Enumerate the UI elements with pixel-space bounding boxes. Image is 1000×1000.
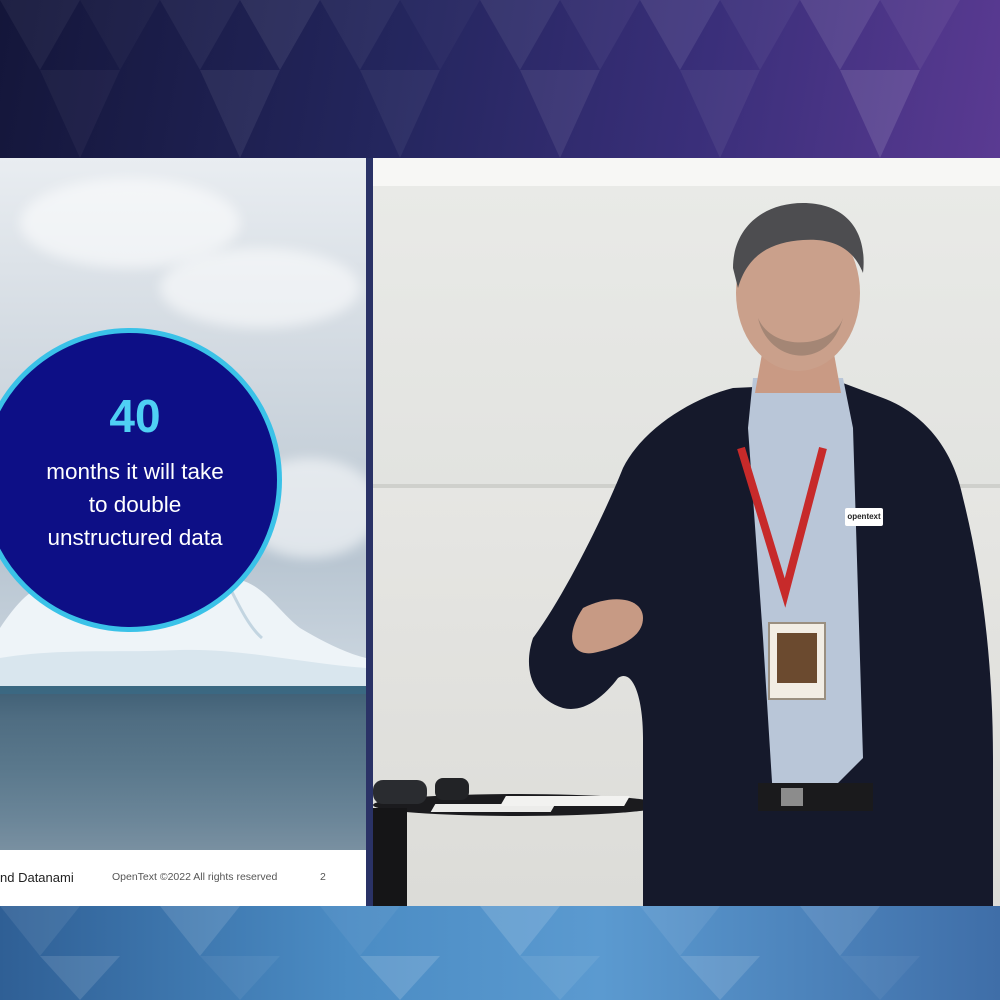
slide-horizon-line bbox=[0, 686, 366, 694]
footer-copyright: OpenText ©2022 All rights reserved bbox=[112, 871, 278, 883]
clicker-remote bbox=[435, 778, 469, 800]
opentext-logo-badge: opentext bbox=[845, 508, 883, 526]
presentation-slide: 40 months it will take to double unstruc… bbox=[0, 158, 366, 906]
footer-source: nd Datanami bbox=[0, 870, 74, 885]
footer-page-number: 2 bbox=[320, 871, 326, 883]
podium-table-leg bbox=[373, 808, 407, 906]
speaker-figure bbox=[528, 203, 993, 906]
panel-divider bbox=[366, 158, 373, 906]
headphones-case bbox=[373, 780, 427, 804]
statistic-number: 40 bbox=[109, 390, 161, 442]
top-background-banner bbox=[0, 0, 1000, 158]
statistic-caption: months it will take to double unstructur… bbox=[46, 459, 224, 550]
slide-sea-background bbox=[0, 686, 366, 850]
speaker-camera-feed: opentext bbox=[373, 158, 1000, 906]
room-ceiling bbox=[373, 158, 1000, 186]
slide-footer: nd Datanami OpenText ©2022 All rights re… bbox=[0, 850, 366, 906]
bottom-background-banner bbox=[0, 906, 1000, 1000]
